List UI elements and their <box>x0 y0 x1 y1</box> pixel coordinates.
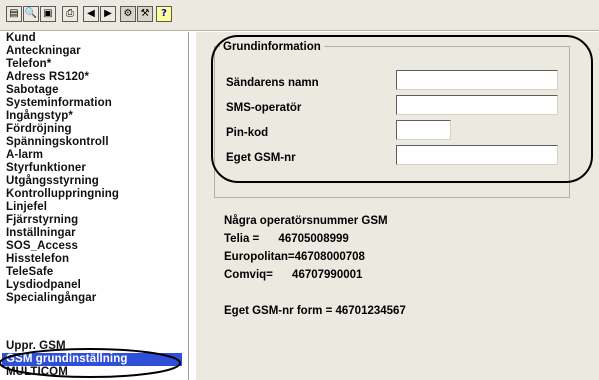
sidebar-item-anteckningar[interactable]: Anteckningar <box>6 45 81 58</box>
settings-icon[interactable]: ⚙ <box>120 6 136 22</box>
sidebar-item-systeminformation[interactable]: Systeminformation <box>6 97 112 110</box>
sidebar-item-linjefel[interactable]: Linjefel <box>6 201 47 214</box>
sidebar-item-adress-rs120[interactable]: Adress RS120* <box>6 71 89 84</box>
arrow-left-icon[interactable]: ◀ <box>83 6 99 22</box>
sidebar-item-installningar[interactable]: Inställningar <box>6 227 76 240</box>
sidebar-item-sabotage[interactable]: Sabotage <box>6 84 59 97</box>
content-panel: Grundinformation Sändarens namn SMS-oper… <box>196 32 599 380</box>
sidebar-item-specialingangar[interactable]: Specialingångar <box>6 292 96 305</box>
find-icon[interactable]: 🔍 <box>23 6 39 22</box>
annotation-outline <box>211 35 593 183</box>
new-doc-icon[interactable]: ▤ <box>6 6 22 22</box>
toolbar: ▤ 🔍 ▣ ⎙ ◀ ▶ ⚙ ⚒ ? <box>0 0 599 31</box>
sidebar-item-utgangsstyrning[interactable]: Utgångsstyrning <box>6 175 99 188</box>
own-number-format: Eget GSM-nr form = 46701234567 <box>224 305 406 317</box>
sidebar-item-fjarrstyrning[interactable]: Fjärrstyrning <box>6 214 78 227</box>
sidebar-item-fordrojning[interactable]: Fördröjning <box>6 123 72 136</box>
operator-number-line: Telia = 46705008999 <box>224 233 349 245</box>
sidebar-item-lysdiodpanel[interactable]: Lysdiodpanel <box>6 279 81 292</box>
sidebar-item-spanningskontroll[interactable]: Spänningskontroll <box>6 136 109 149</box>
sidebar-item-ingangstyp[interactable]: Ingångstyp* <box>6 110 73 123</box>
sidebar-item-telefon[interactable]: Telefon* <box>6 58 51 71</box>
operator-number-line: Europolitan=46708000708 <box>224 251 365 263</box>
sidebar-item-styrfunktioner[interactable]: Styrfunktioner <box>6 162 86 175</box>
help-icon[interactable]: ? <box>156 6 172 22</box>
save-icon[interactable]: ▣ <box>40 6 56 22</box>
sidebar-item-telesafe[interactable]: TeleSafe <box>6 266 53 279</box>
sidebar-item-a-larm[interactable]: A-larm <box>6 149 43 162</box>
sidebar-item-sos-access[interactable]: SOS_Access <box>6 240 78 253</box>
sidebar-item-hisstelefon[interactable]: Hisstelefon <box>6 253 69 266</box>
tools-icon[interactable]: ⚒ <box>137 6 153 22</box>
operator-number-line: Comviq= 46707990001 <box>224 269 363 281</box>
sidebar-item-kund[interactable]: Kund <box>6 32 36 45</box>
operator-numbers-heading: Några operatörsnummer GSM <box>224 215 388 227</box>
arrow-right-icon[interactable]: ▶ <box>100 6 116 22</box>
sidebar-item-kontrolluppringning[interactable]: Kontrolluppringning <box>6 188 119 201</box>
highlight-ellipse <box>0 348 181 378</box>
sidebar-menu: Kund Anteckningar Telefon* Adress RS120*… <box>0 32 189 380</box>
print-icon[interactable]: ⎙ <box>62 6 78 22</box>
